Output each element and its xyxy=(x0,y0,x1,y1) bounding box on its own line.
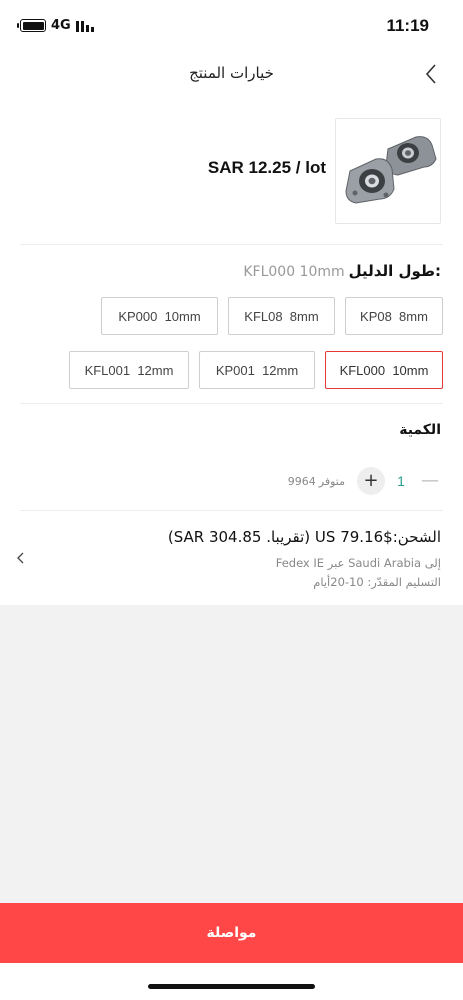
stock-info: متوفر 9964 xyxy=(288,475,345,488)
header: خيارات المنتج xyxy=(0,56,463,96)
decrease-button[interactable]: — xyxy=(417,468,443,494)
divider xyxy=(20,403,443,404)
option-selected-value: KFL000 10mm xyxy=(243,264,345,280)
option-chip-kp08-8mm[interactable]: KP08 8mm xyxy=(345,297,443,335)
option-row: KP08 8mm KFL08 8mm KP000 10mm xyxy=(101,297,443,335)
home-indicator[interactable] xyxy=(148,984,315,989)
pillow-block-bearing-image xyxy=(345,136,437,204)
option-chip-kfl001-12mm[interactable]: KFL001 12mm xyxy=(69,351,189,389)
option-row: KFL000 10mm KP001 12mm KFL001 12mm xyxy=(69,351,443,389)
quantity-stepper: — 1 + متوفر 9964 xyxy=(288,467,443,495)
back-button[interactable] xyxy=(421,62,441,86)
chevron-left-icon xyxy=(17,552,24,564)
battery-icon xyxy=(17,19,46,32)
increase-button[interactable]: + xyxy=(357,467,385,495)
bottom-safe-area xyxy=(0,963,463,1000)
chevron-right-icon xyxy=(425,64,436,84)
divider xyxy=(20,244,443,245)
product-image[interactable] xyxy=(335,118,441,224)
option-heading: طول الدليل: KFL000 10mm xyxy=(243,262,441,280)
product-price: SAR 12.25 / lot xyxy=(207,158,326,177)
status-indicators: 4G xyxy=(17,18,94,33)
quantity-label: الكمية xyxy=(399,422,441,438)
network-type: 4G xyxy=(51,18,71,33)
shipping-destination: إلى Saudi Arabia عبر Fedex IE xyxy=(275,556,441,570)
option-chip-kfl000-10mm[interactable]: KFL000 10mm xyxy=(325,351,443,389)
status-time: 11:19 xyxy=(386,16,429,35)
shipping-delivery-estimate: التسليم المقدّر: 10-20أيام xyxy=(313,575,441,589)
empty-area xyxy=(0,605,463,903)
option-chip-kp001-12mm[interactable]: KP001 12mm xyxy=(199,351,315,389)
divider xyxy=(20,510,443,511)
option-label: طول الدليل: xyxy=(348,262,441,280)
continue-button[interactable]: مواصلة xyxy=(0,903,463,963)
option-chip-kfl08-8mm[interactable]: KFL08 8mm xyxy=(228,297,335,335)
shipping-cost[interactable]: الشحن:$79.16 US (تقريبا. SAR 304.85) xyxy=(168,528,441,546)
option-chip-kp000-10mm[interactable]: KP000 10mm xyxy=(101,297,218,335)
signal-icon xyxy=(75,20,94,32)
status-bar: 4G 11:19 xyxy=(0,0,463,56)
quantity-input[interactable]: 1 xyxy=(385,473,417,489)
stock-text: متوفر xyxy=(318,474,345,488)
shipping-options-button[interactable] xyxy=(14,549,28,567)
stock-count: 9964 xyxy=(287,474,316,488)
page-title: خيارات المنتج xyxy=(189,64,274,82)
